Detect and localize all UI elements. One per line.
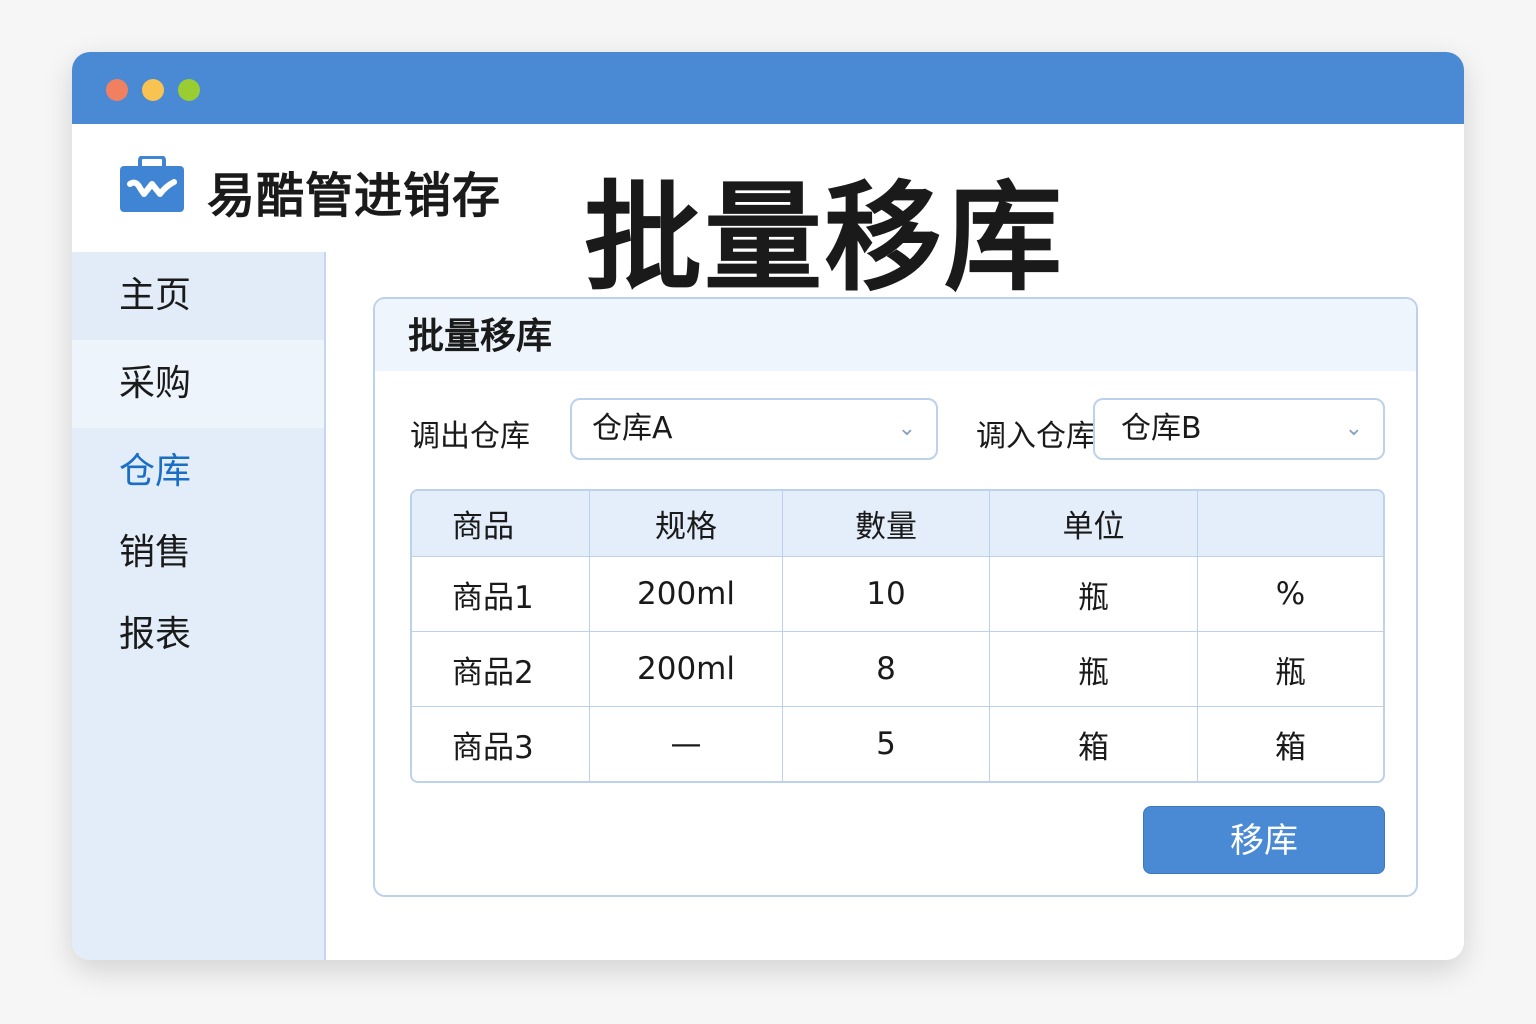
table-cell: 200ml [590,557,783,632]
column-header: 商品 [412,491,590,557]
table-row[interactable]: 商品1 200ml 10 瓶% [412,557,1383,632]
from-warehouse-value: 仓库A [592,411,673,446]
maximize-button[interactable] [178,79,200,101]
chevron-down-icon: ⌄ [1344,416,1363,441]
sidebar-item-sales[interactable]: 销售 [72,509,324,597]
table-cell: 箱 [990,707,1198,781]
app-name: 易酷管进销存 [207,168,502,224]
from-warehouse-select[interactable]: 仓库A ⌄ [570,398,938,460]
close-button[interactable] [106,79,128,101]
sidebar-item-home[interactable]: 主页 [72,252,324,340]
table-cell: 瓶 [990,557,1198,632]
briefcase-icon [120,156,184,212]
table-row[interactable]: 商品2 200ml 8 瓶瓶 [412,632,1383,707]
sidebar-item-warehouse[interactable]: 仓库 [72,428,324,516]
from-warehouse-label: 调出仓库 [410,419,530,454]
column-header: 數量 [783,491,990,557]
table-cell: 商品3 [412,707,590,781]
to-warehouse-select[interactable]: 仓库B ⌄ [1093,398,1385,460]
table-cell: — [590,707,783,781]
table-cell: 瓶 [990,632,1198,707]
table-cell: 8 [783,632,990,707]
to-warehouse-label: 调入仓库 [976,419,1096,454]
table-cell: 200ml [590,632,783,707]
table-cell: 瓶 [1198,632,1383,707]
column-header: 规格 [590,491,783,557]
table-cell: 商品2 [412,632,590,707]
table-cell: 5 [783,707,990,781]
column-header: 单位 [990,491,1198,557]
table-cell: 10 [783,557,990,632]
table-cell: 箱 [1275,729,1306,766]
minimize-button[interactable] [142,79,164,101]
table-cell: % [1198,557,1383,632]
app-window: 易酷管进销存 批量移库 主页 采购 仓库 销售 报表 批量移库 调出仓库 仓库A… [72,52,1464,960]
panel-title: 批量移库 [375,299,1416,371]
sidebar-item-purchase[interactable]: 采购 [72,340,324,428]
sidebar: 主页 采购 仓库 销售 报表 [72,252,326,960]
table-row[interactable]: 商品3—5 箱箱 [412,707,1383,781]
to-warehouse-value: 仓库B [1121,411,1202,446]
column-header [1198,491,1383,557]
page-title: 批量移库 [584,169,1065,307]
batch-transfer-panel: 批量移库 调出仓库 仓库A ⌄ 调入仓库 仓库B ⌄ 商品 规格 數量 单位 商… [373,297,1418,897]
items-table: 商品 规格 數量 单位 商品1 200ml 10 瓶% 商品2 200ml 8 瓶瓶商品3—5… [410,489,1385,783]
titlebar [72,52,1464,124]
chevron-down-icon: ⌄ [897,416,916,441]
table-cell: 商品1 [412,557,590,632]
sidebar-item-reports[interactable]: 报表 [72,591,324,679]
transfer-button[interactable]: 移库 [1143,806,1385,874]
